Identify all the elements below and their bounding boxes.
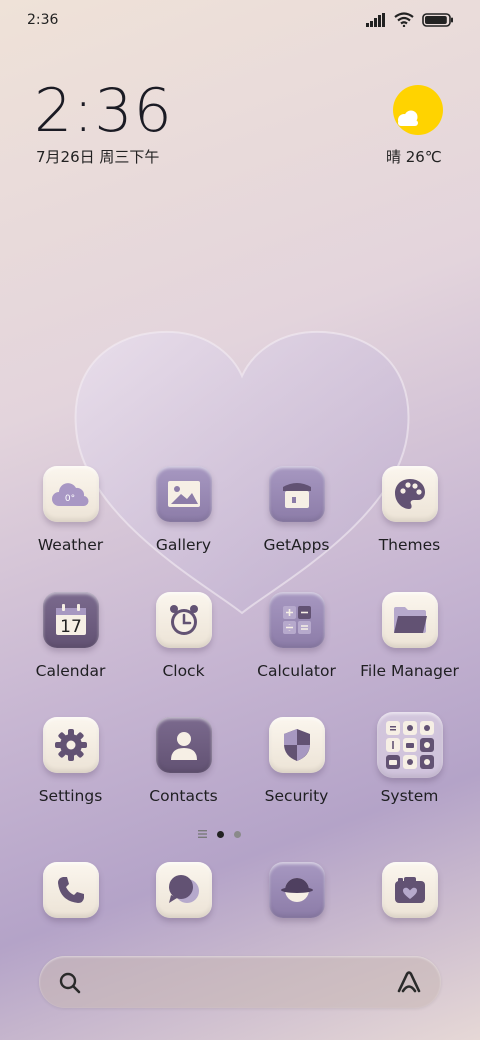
app-clock[interactable]: Clock: [127, 592, 240, 680]
status-time: 2:36: [27, 12, 59, 28]
app-contacts-tile[interactable]: [155, 717, 212, 773]
app-label: GetApps: [263, 536, 330, 554]
clock-time: 2:36: [34, 76, 173, 146]
weather-text: 晴 26℃: [386, 148, 442, 166]
weather-cloud-icon: 0°: [51, 483, 89, 507]
app-label: Clock: [162, 662, 205, 680]
alarm-clock-icon: [169, 605, 198, 635]
app-themes-tile[interactable]: [381, 466, 438, 522]
page-list-icon: [198, 830, 207, 838]
dock-messages[interactable]: [127, 862, 240, 918]
calendar-day: 17: [60, 617, 82, 637]
page-dot-active: [217, 830, 224, 838]
app-security-tile[interactable]: [268, 717, 325, 773]
app-clock-tile[interactable]: [155, 592, 212, 648]
app-file-manager-tile[interactable]: [381, 592, 438, 648]
app-getapps-tile[interactable]: [268, 466, 325, 522]
app-label: Calendar: [35, 662, 106, 680]
dock-browser[interactable]: [240, 862, 353, 918]
dock-messages-tile[interactable]: [155, 862, 212, 918]
app-file-manager[interactable]: File Manager: [353, 592, 466, 680]
app-label: Weather: [37, 536, 104, 554]
app-label: Contacts: [149, 787, 218, 805]
weather-temp: 0°: [64, 494, 74, 504]
search-bar[interactable]: [39, 956, 441, 1008]
calculator-icon: [282, 606, 311, 634]
page-dot: [234, 830, 241, 838]
app-security[interactable]: Security: [240, 717, 353, 805]
app-label: Gallery: [155, 536, 212, 554]
app-settings[interactable]: Settings: [14, 717, 127, 805]
app-label: Settings: [38, 787, 103, 805]
calendar-icon: 17: [55, 604, 86, 637]
clock-date: 7月26日 周三下午: [36, 148, 160, 166]
search-icon[interactable]: [59, 972, 81, 994]
app-getapps[interactable]: GetApps: [240, 466, 353, 554]
shield-icon: [283, 729, 310, 761]
app-themes[interactable]: Themes: [353, 466, 466, 554]
sun-cloud-icon: [393, 85, 443, 135]
assistant-logo-icon[interactable]: [395, 970, 423, 994]
store-icon: [282, 483, 311, 508]
folder-grid-icon: [385, 721, 434, 769]
gallery-icon: [167, 481, 200, 507]
browser-planet-icon: [280, 878, 313, 902]
app-label: Security: [264, 787, 329, 805]
dock-browser-tile[interactable]: [268, 862, 325, 918]
signal-bars-icon: [366, 12, 385, 27]
app-weather-tile[interactable]: 0°: [42, 466, 99, 522]
app-calculator-tile[interactable]: [268, 592, 325, 648]
chat-bubbles-icon: [168, 875, 199, 903]
dock-phone-tile[interactable]: [42, 862, 99, 918]
app-label: System: [380, 787, 439, 805]
app-calendar[interactable]: 17 Calendar: [14, 592, 127, 680]
status-bar: 2:36: [0, 0, 480, 44]
palette-icon: [394, 479, 425, 509]
phone-icon: [57, 877, 84, 903]
dock-camera[interactable]: [353, 862, 466, 918]
page-indicator[interactable]: [198, 830, 241, 838]
wifi-icon: [394, 12, 414, 27]
app-label: File Manager: [360, 662, 459, 680]
app-system-folder-tile[interactable]: [376, 712, 443, 778]
app-system-folder[interactable]: System: [353, 712, 466, 805]
dock-camera-tile[interactable]: [381, 862, 438, 918]
dock-phone[interactable]: [14, 862, 127, 918]
contact-person-icon: [170, 732, 197, 760]
app-calculator[interactable]: Calculator: [240, 592, 353, 680]
app-contacts[interactable]: Contacts: [127, 717, 240, 805]
folder-icon: [393, 607, 427, 633]
app-label: Calculator: [257, 662, 336, 680]
app-gallery-tile[interactable]: [155, 466, 212, 522]
app-gallery[interactable]: Gallery: [127, 466, 240, 554]
gear-icon: [54, 729, 87, 761]
status-icons: [366, 12, 454, 27]
camera-heart-icon: [394, 877, 425, 903]
app-calendar-tile[interactable]: 17: [42, 592, 99, 648]
app-settings-tile[interactable]: [42, 717, 99, 773]
app-label: Themes: [378, 536, 441, 554]
battery-icon: [422, 12, 453, 27]
app-weather[interactable]: 0° Weather: [14, 466, 127, 554]
